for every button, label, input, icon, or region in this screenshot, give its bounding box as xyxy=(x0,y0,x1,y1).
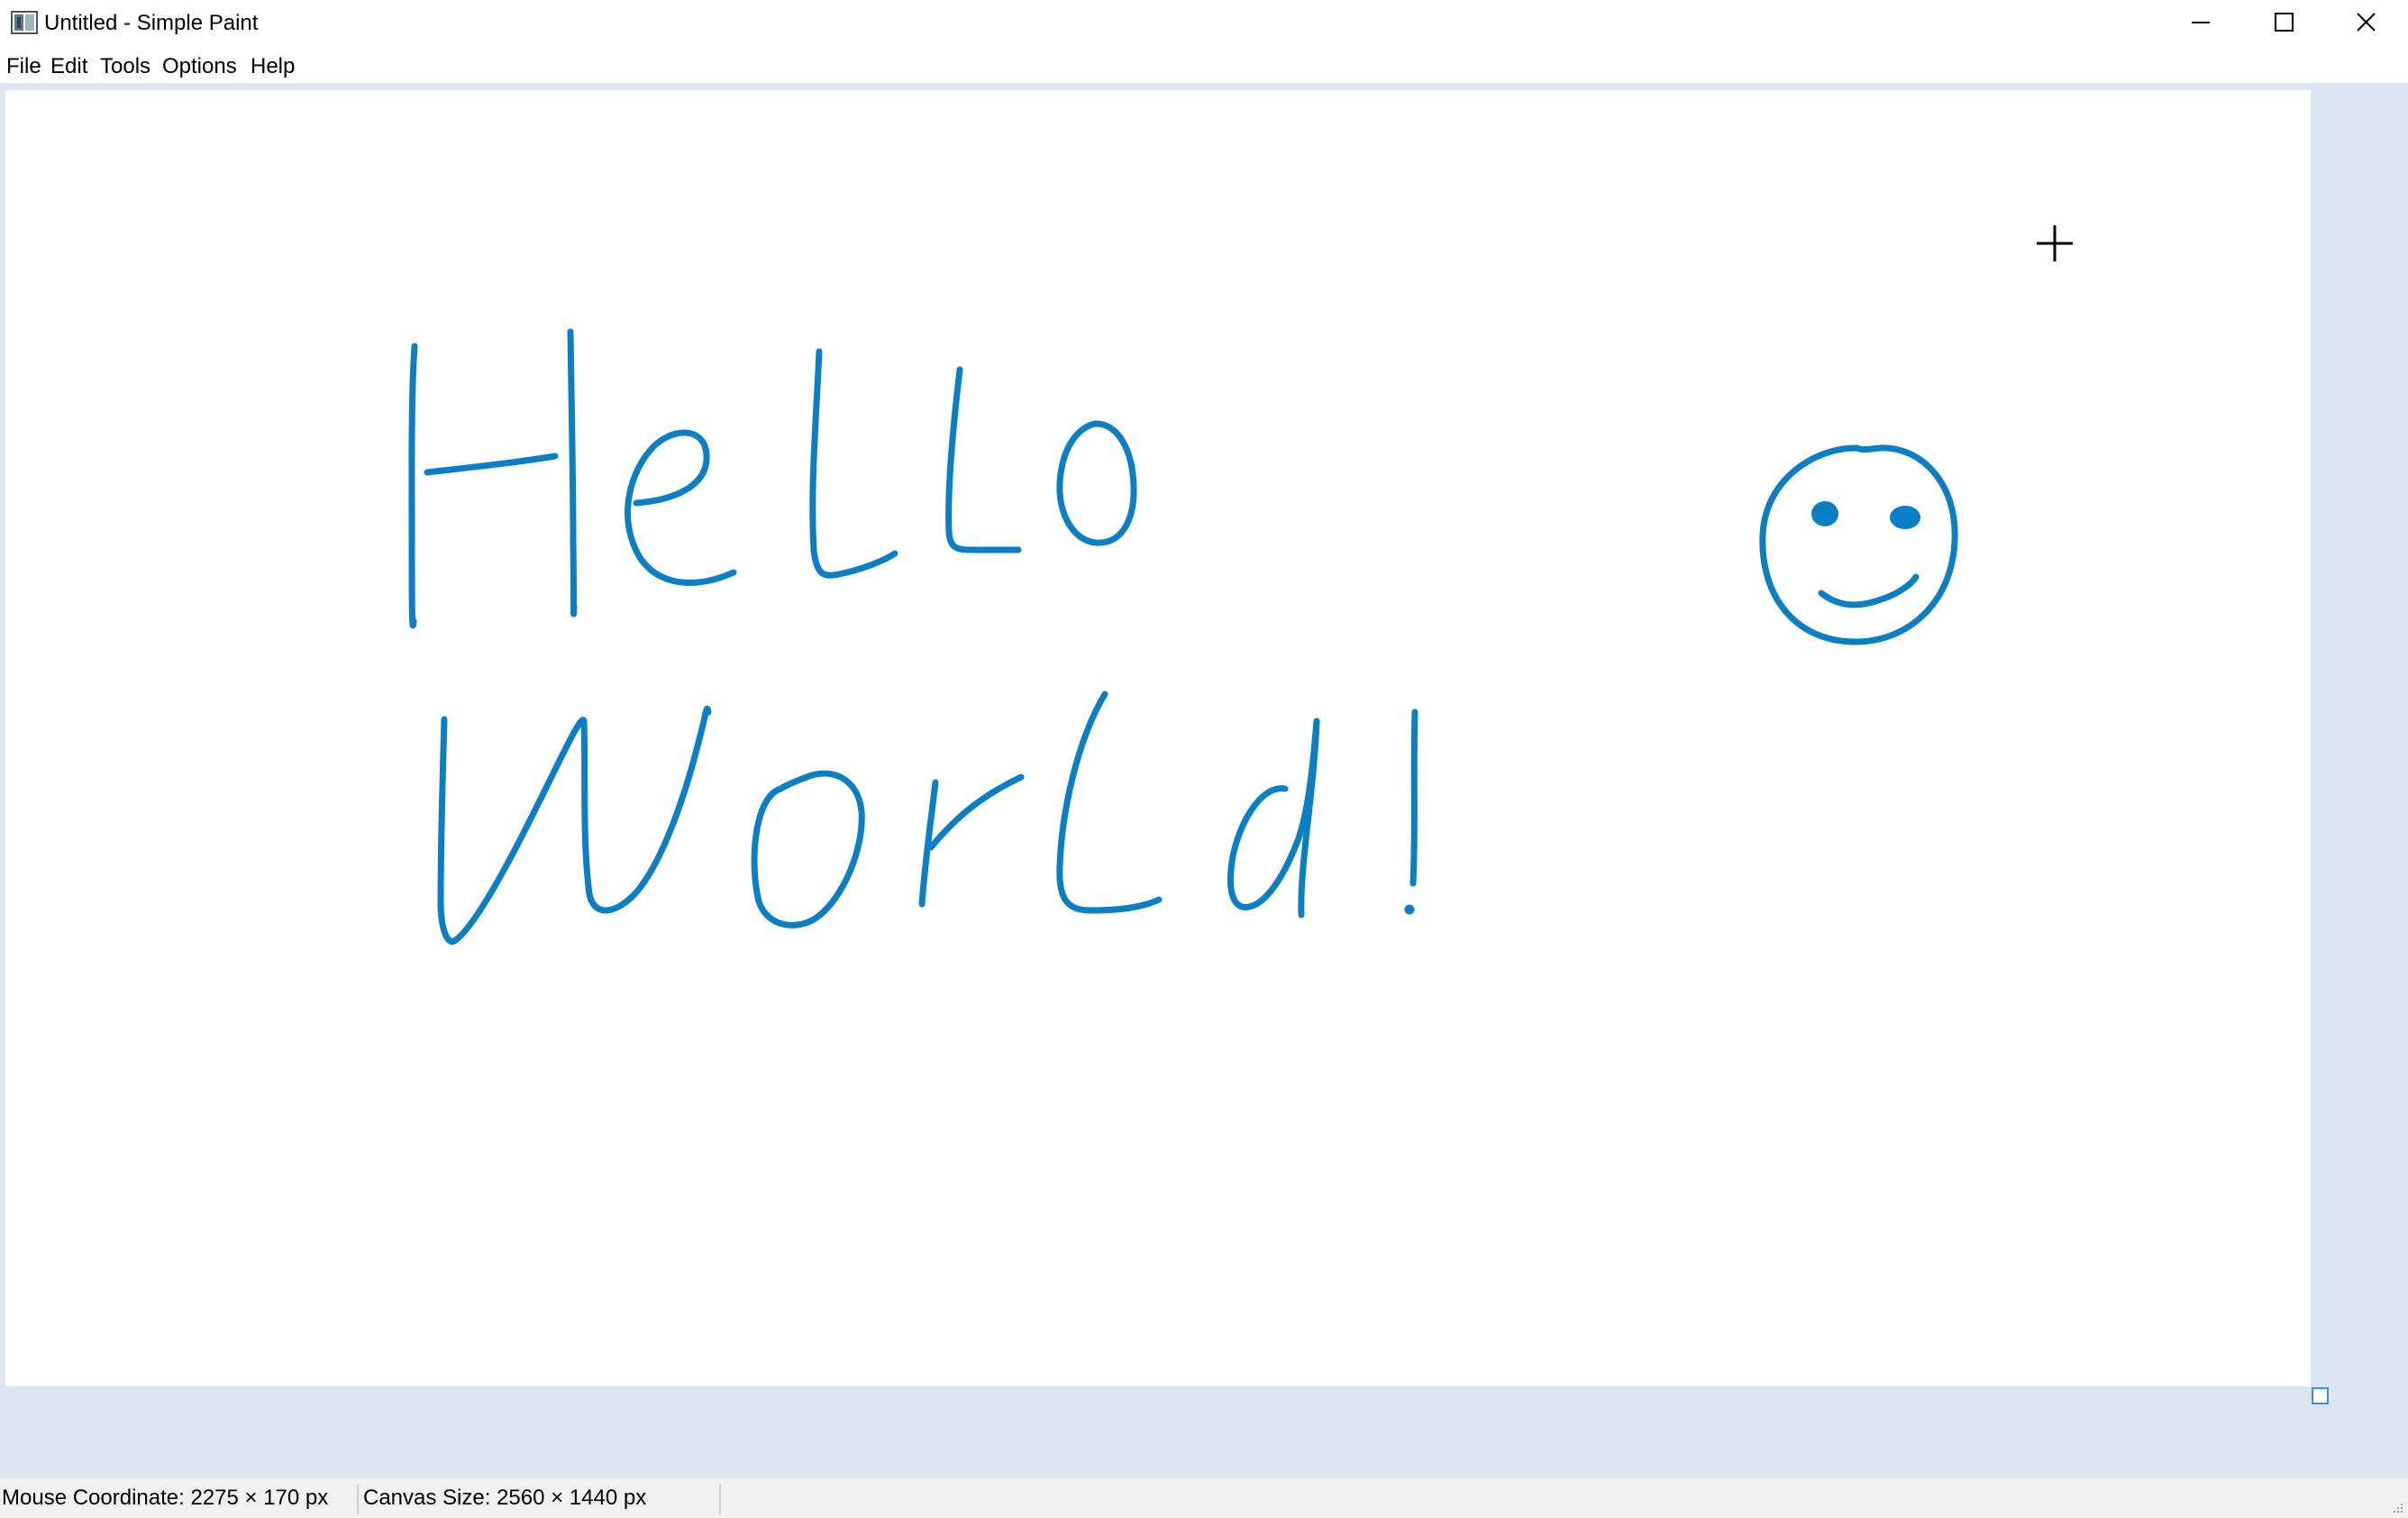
minimize-icon xyxy=(2192,22,2210,23)
workspace xyxy=(0,83,2408,1478)
resize-grip-icon[interactable] xyxy=(2390,1500,2404,1514)
drawing-canvas[interactable] xyxy=(5,90,2311,1386)
stroke-letter-h xyxy=(408,343,418,629)
status-bar: Mouse Coordinate: 2275 × 170 px Canvas S… xyxy=(0,1478,2408,1518)
stroke-letter-o xyxy=(751,770,865,928)
menu-bar: File Edit Tools Options Help xyxy=(0,50,2408,83)
menu-tools[interactable]: Tools xyxy=(100,52,150,81)
stroke-exclamation-dot xyxy=(1404,904,1415,915)
stroke-letter-h xyxy=(567,328,578,617)
stroke-smiley-left-eye xyxy=(1811,501,1838,526)
menu-edit[interactable]: Edit xyxy=(50,52,87,81)
paint-window: Untitled - Simple Paint File Edit Tools … xyxy=(0,0,2408,1518)
menu-file[interactable]: File xyxy=(6,52,41,81)
maximize-button[interactable] xyxy=(2242,0,2325,47)
status-mouse-coordinate: Mouse Coordinate: 2275 × 170 px xyxy=(2,1486,329,1510)
maximize-icon xyxy=(2275,13,2294,32)
close-button[interactable] xyxy=(2325,0,2408,47)
stroke-smiley-right-eye xyxy=(1890,506,1920,529)
canvas-drawing xyxy=(408,225,2073,945)
minimize-button[interactable] xyxy=(2159,0,2242,47)
title-bar[interactable]: Untitled - Simple Paint xyxy=(0,0,2408,47)
window-title: Untitled - Simple Paint xyxy=(44,11,259,35)
menu-options[interactable]: Options xyxy=(162,52,237,81)
paint-app-icon xyxy=(11,11,38,34)
menu-help[interactable]: Help xyxy=(251,52,295,81)
stroke-smiley-mouth xyxy=(1818,573,1920,608)
close-icon xyxy=(2357,13,2376,32)
crosshair-cursor-icon xyxy=(2037,225,2073,261)
stroke-letter-h xyxy=(424,453,559,476)
stroke-exclamation xyxy=(1409,709,1418,887)
status-separator xyxy=(719,1484,721,1514)
stroke-letter-l xyxy=(945,366,1022,553)
stroke-letter-o xyxy=(1056,420,1137,546)
status-canvas-size: Canvas Size: 2560 × 1440 px xyxy=(363,1486,647,1510)
stroke-letter-l xyxy=(1056,690,1163,914)
stroke-smiley-outline xyxy=(1759,444,1958,645)
canvas-resize-handle[interactable] xyxy=(2312,1387,2329,1404)
stroke-letter-w xyxy=(437,705,712,945)
stroke-letter-l xyxy=(809,348,898,579)
stroke-letter-e xyxy=(625,429,737,586)
stroke-letter-r xyxy=(927,773,1025,851)
status-separator xyxy=(357,1484,359,1514)
